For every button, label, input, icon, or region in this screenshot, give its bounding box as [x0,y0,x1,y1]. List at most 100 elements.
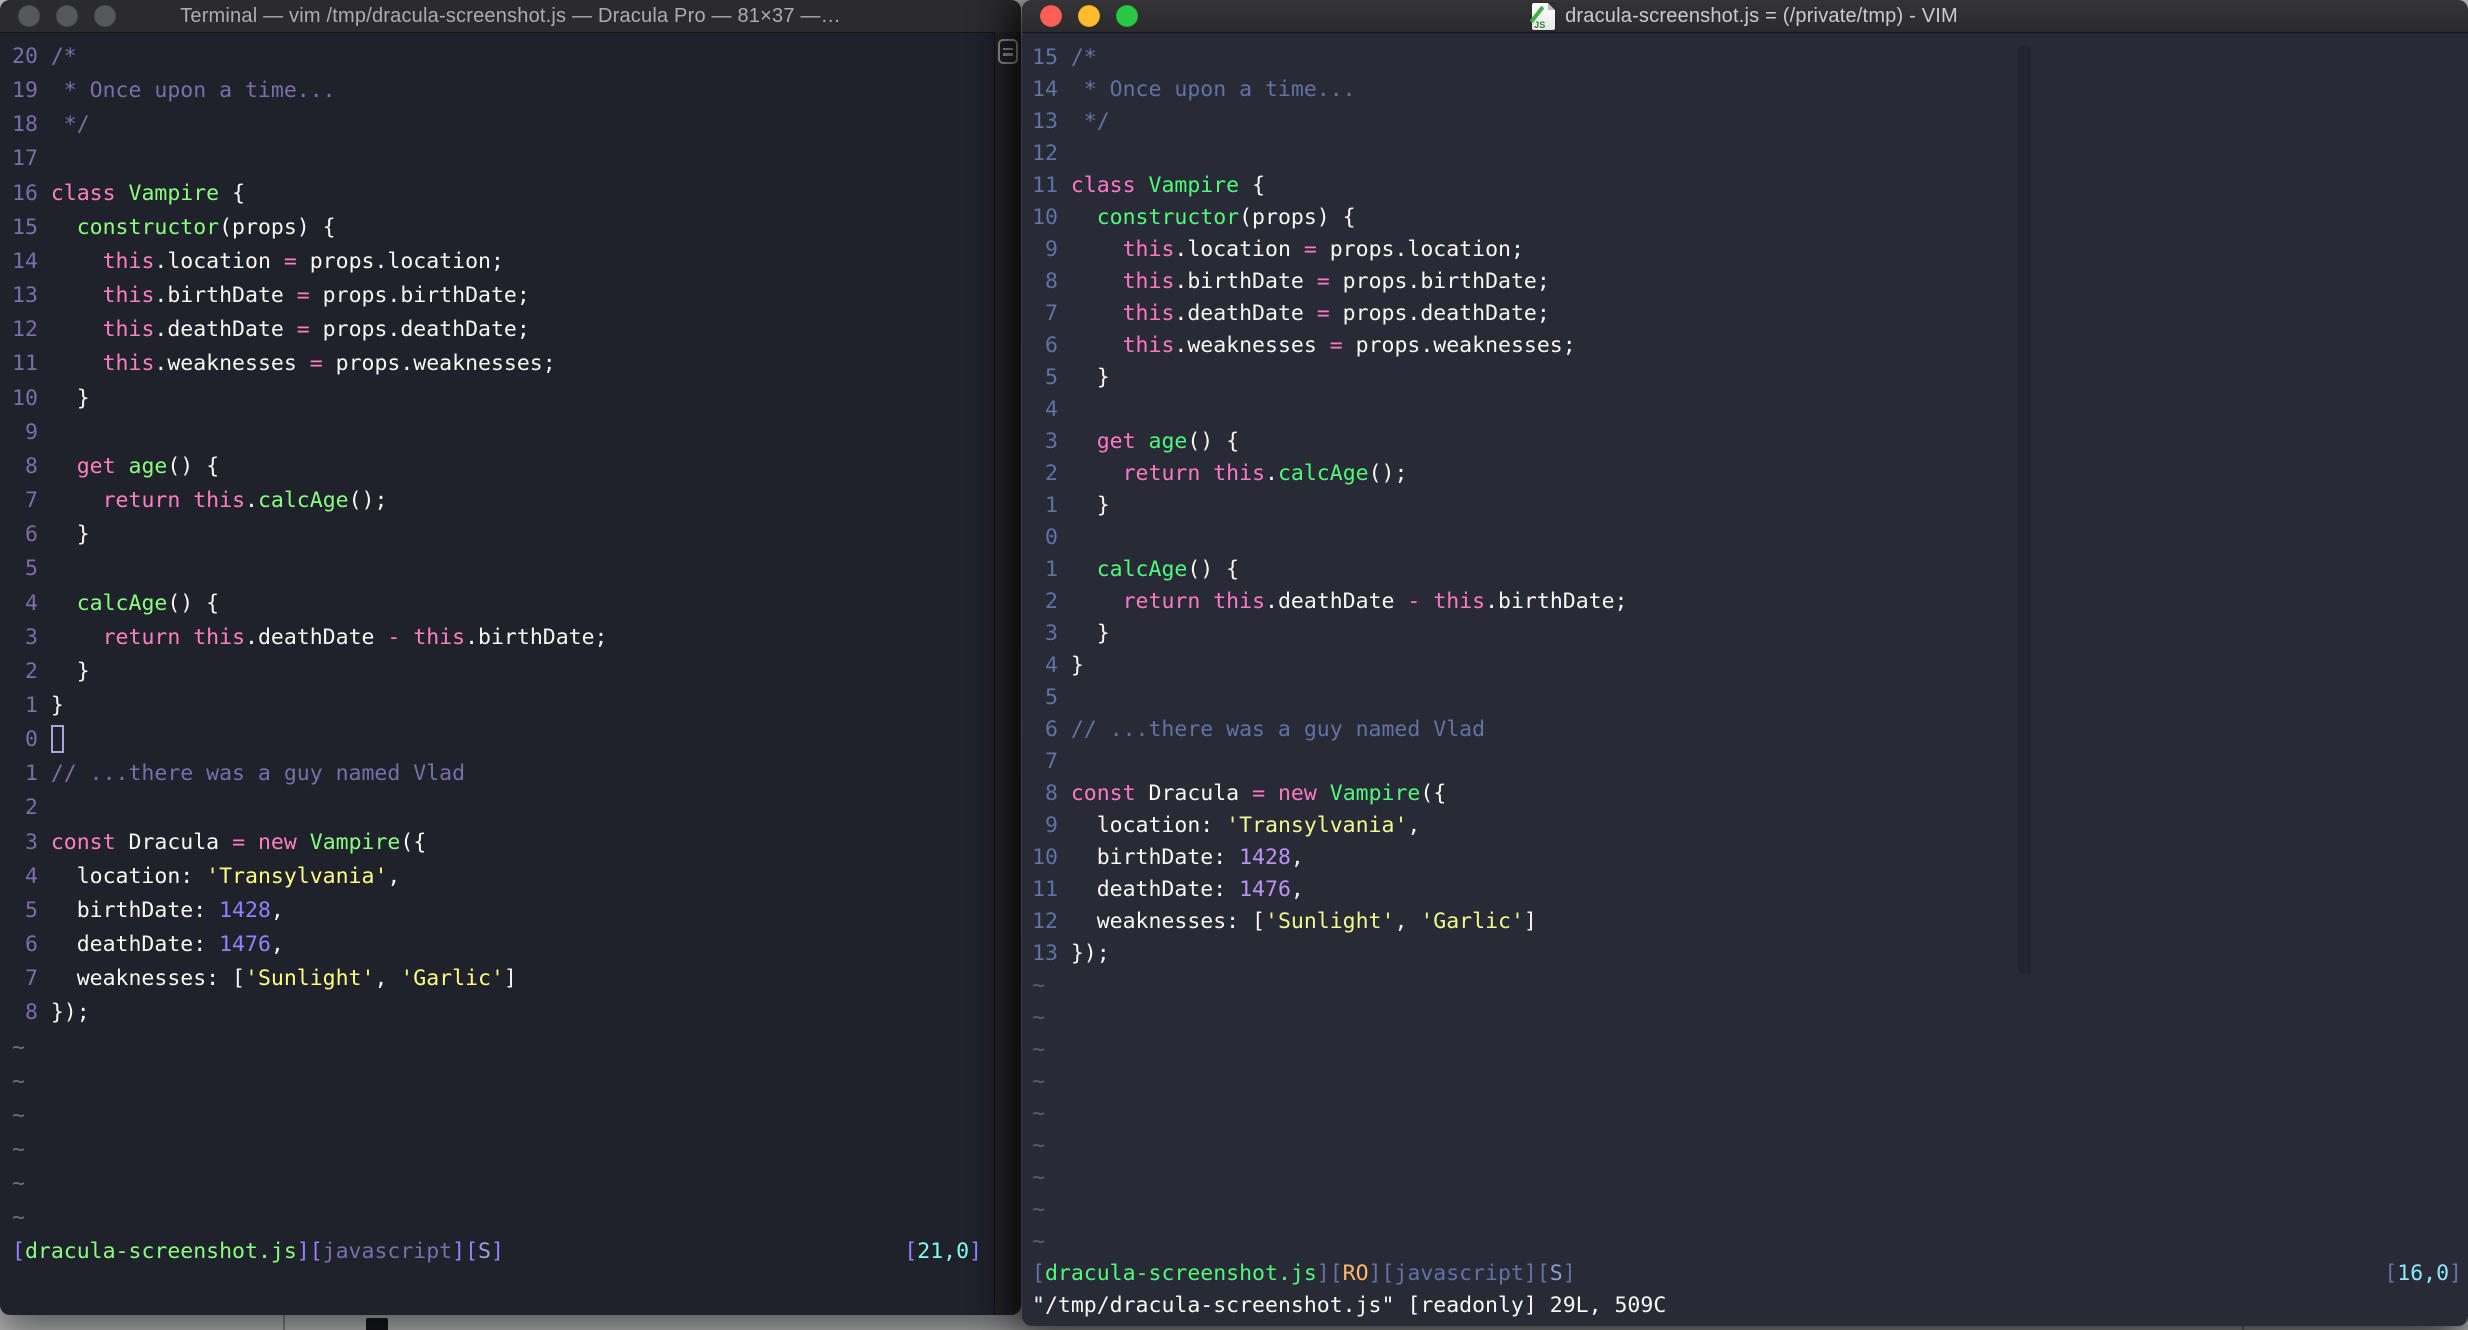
desktop: Terminal — vim /tmp/dracula-screenshot.j… [0,0,2468,1330]
code-line: 10 constructor(props) { [1032,202,2462,234]
line-number: 1 [12,692,38,718]
code-line: 4 calcAge() { [12,587,982,621]
code-line: 1 calcAge() { [1032,554,2462,586]
line-number: 2 [1032,461,1058,486]
js-label: JS [1534,19,1546,30]
line-number: 5 [12,897,38,923]
split-pane-icon[interactable] [998,39,1018,64]
code-line: 1 } [1032,490,2462,522]
terminal-titlebar[interactable]: Terminal — vim /tmp/dracula-screenshot.j… [0,0,1021,33]
line-number: 6 [1032,717,1058,742]
code-line: 10 birthDate: 1428, [1032,842,2462,874]
code-line: 11 deathDate: 1476, [1032,874,2462,906]
line-number: 6 [12,522,38,548]
empty-line-tilde: ~ [1032,1037,1045,1062]
line-number: 7 [12,966,38,992]
code-line: 9 [12,416,982,450]
code-line: 2 } [12,655,982,689]
empty-line-tilde: ~ [12,1205,25,1231]
line-number: 4 [1032,653,1058,678]
line-number: 14 [1032,77,1058,102]
line-number: 8 [12,453,38,479]
vim-titlebar[interactable]: JS dracula-screenshot.js = (/private/tmp… [1022,0,2468,33]
line-number: 11 [1032,173,1058,198]
line-number: 12 [12,317,38,343]
code-line: 20 /* [12,40,982,74]
window-title-text: dracula-screenshot.js = (/private/tmp) -… [1565,4,1958,27]
line-number: 9 [12,419,38,445]
statusline-file-info: [dracula-screenshot.js][javascript][S] [12,1239,504,1265]
hollow-cursor [50,725,64,754]
line-number: 12 [1032,909,1058,934]
line-number: 8 [1032,781,1058,806]
code-line: 3 get age() { [1032,426,2462,458]
statusline-file-info: [dracula-screenshot.js][RO][javascript][… [1032,1261,1576,1286]
code-line: 4 [1032,394,2462,426]
line-number: 3 [12,829,38,855]
line-number: 13 [1032,941,1058,966]
code-line: 13 */ [1032,106,2462,138]
line-number: 4 [1032,397,1058,422]
code-line: 8 }); [12,996,982,1030]
statusline-cursor-position: [21,0] [904,1239,982,1265]
minimize-button[interactable] [56,5,78,27]
terminal-window: Terminal — vim /tmp/dracula-screenshot.j… [0,0,1021,1315]
line-number: 5 [1032,685,1058,710]
window-title: Terminal — vim /tmp/dracula-screenshot.j… [180,4,841,27]
line-number: 4 [12,590,38,616]
traffic-lights [1040,0,1138,32]
code-line: 5 birthDate: 1428, [12,894,982,928]
js-document-icon[interactable]: JS [1529,2,1556,30]
code-line: 17 [12,142,982,176]
empty-line-tilde: ~ [12,1137,25,1162]
line-number: 16 [12,180,38,206]
left-editor-area[interactable]: 20 /* 19 * Once upon a time... 18 */17 16 … [12,40,982,1270]
line-number: 4 [12,863,38,889]
code-line: 3 const Dracula = new Vampire({ [12,826,982,860]
code-line: 15 constructor(props) { [12,211,982,245]
code-line: 4 location: 'Transylvania', [12,860,982,894]
right-scrollbar-thumb[interactable] [2018,46,2031,974]
line-number: 7 [1032,749,1058,774]
empty-line-tilde: ~ [12,1034,25,1060]
code-line: 4 } [1032,650,2462,682]
line-number: 10 [1032,205,1058,230]
code-line: 0 [1032,522,2462,554]
close-button[interactable] [1040,5,1062,27]
line-number: 14 [12,248,38,274]
code-line: 11 this.weaknesses = props.weaknesses; [12,347,982,381]
line-number: 7 [1032,301,1058,326]
right-editor-area[interactable]: 15 /* 14 * Once upon a time... 13 */12 11 … [1032,42,2462,1322]
code-line: 9 this.location = props.location; [1032,234,2462,266]
code-line: 16 class Vampire { [12,177,982,211]
code-line: 6 this.weaknesses = props.weaknesses; [1032,330,2462,362]
code-line: 3 } [1032,618,2462,650]
page-fold [1548,2,1556,10]
close-button[interactable] [18,5,40,27]
code-line: 7 this.deathDate = props.deathDate; [1032,298,2462,330]
line-number: 10 [1032,845,1058,870]
line-number: 17 [12,146,38,172]
code-line: 11 class Vampire { [1032,170,2462,202]
empty-line-tilde: ~ [1032,1133,1045,1158]
zoom-button[interactable] [1116,5,1138,27]
code-line: 8 this.birthDate = props.birthDate; [1032,266,2462,298]
code-line: 8 get age() { [12,450,982,484]
vim-statusline: [dracula-screenshot.js][javascript][S] [2… [12,1235,982,1269]
code-line: 12 weaknesses: ['Sunlight', 'Garlic'] [1032,906,2462,938]
line-number: 2 [12,658,38,684]
empty-line-tilde: ~ [12,1102,25,1128]
line-number: 5 [12,556,38,582]
left-scrollbar[interactable] [994,32,1021,1315]
line-number: 11 [12,351,38,377]
line-number: 20 [12,44,38,69]
statusline-cursor-position: [16,0] [2384,1261,2462,1286]
empty-line-tilde: ~ [12,1068,25,1094]
zoom-button[interactable] [94,5,116,27]
line-number: 19 [12,78,38,104]
empty-line-tilde: ~ [1032,1005,1045,1030]
code-line: 5 } [1032,362,2462,394]
minimize-button[interactable] [1078,5,1100,27]
code-line: 15 /* [1032,42,2462,74]
code-line: 7 [1032,746,2462,778]
